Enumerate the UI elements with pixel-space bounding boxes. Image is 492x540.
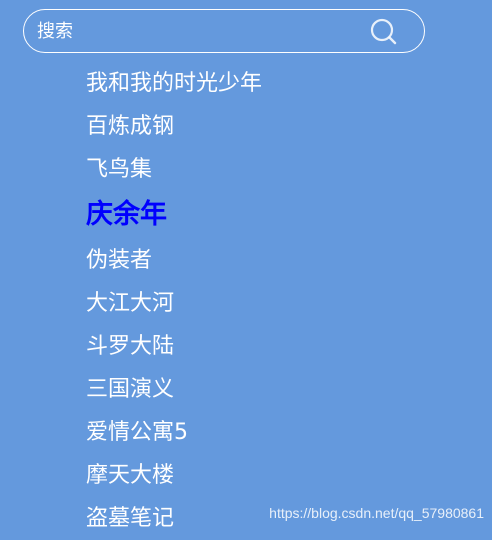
list-item[interactable]: 伪装者 [86,239,262,282]
list-item[interactable]: 摩天大楼 [86,454,262,497]
list-item[interactable]: 大江大河 [86,282,262,325]
list-item-active[interactable]: 庆余年 [86,191,262,239]
list-item[interactable]: 飞鸟集 [86,148,262,191]
watermark-url: https://blog.csdn.net/qq_57980861 [269,505,484,521]
list-item[interactable]: 三国演义 [86,368,262,411]
list-item[interactable]: 爱情公寓5 [86,411,262,454]
list-item[interactable]: 我和我的时光少年 [86,62,262,105]
list-item[interactable]: 百炼成钢 [86,105,262,148]
search-icon[interactable] [369,17,399,47]
search-box [23,9,425,53]
list-item[interactable]: 斗罗大陆 [86,325,262,368]
search-results-list: 我和我的时光少年 百炼成钢 飞鸟集 庆余年 伪装者 大江大河 斗罗大陆 三国演义 爱情公寓5 摩天… [86,62,262,540]
search-input[interactable] [37,10,357,52]
list-item[interactable]: 盗墓笔记 [86,497,262,540]
